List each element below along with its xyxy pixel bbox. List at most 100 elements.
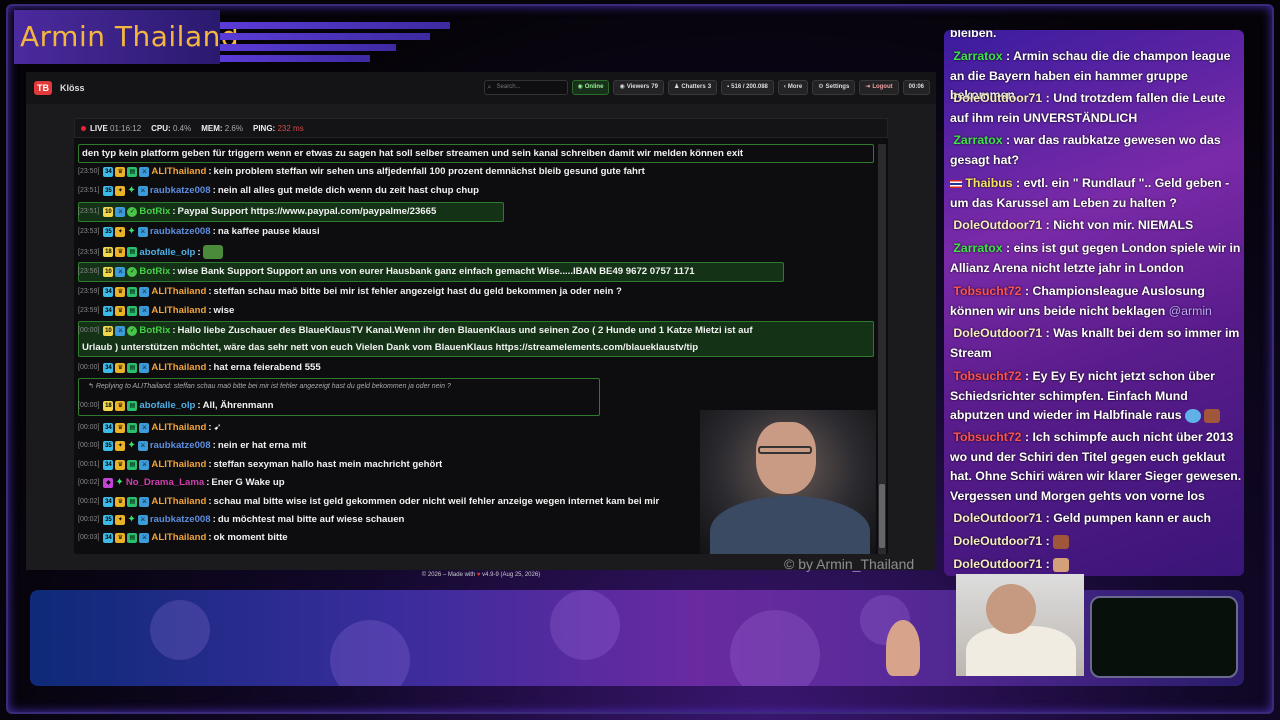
decor-stripe: [220, 33, 430, 40]
sub-badge-icon: 34: [103, 496, 114, 507]
chat-message: [23:50] 34 ♛ ▤ ⚔ ALIThailand: kein problem ste…: [78, 166, 645, 177]
bot-badge-icon: 10: [103, 206, 114, 217]
overlay-chat-message: Zarratox : war das raubkatze gewesen wo …: [950, 133, 1221, 167]
viewers-button[interactable]: ◉ Viewers 79: [613, 80, 664, 95]
sub-badge-icon: 18: [103, 247, 114, 257]
crown-icon: ♛: [115, 286, 126, 297]
status-bar: LIVE 01:16:12 CPU: 0.4% MEM: 2.6% PING: …: [74, 118, 888, 138]
overlay-chat-message: DoleOutdoor71 :: [950, 555, 1242, 575]
blade-icon: ⚔: [137, 226, 148, 237]
overlay-chat: bleiben. Zarratox : Armin schau die die …: [944, 30, 1244, 576]
overlay-chat-message: Tobsucht72 : Ey Ey Ey nicht jetzt schon …: [950, 367, 1242, 426]
blade-icon: ⚔: [139, 305, 150, 316]
gear-icon: ⚙: [818, 84, 824, 90]
bot-badge-icon: 10: [103, 266, 114, 277]
sub-badge-icon: 35: [103, 226, 114, 237]
blade-icon: ⚔: [139, 422, 150, 433]
emote-icon: [1053, 557, 1070, 572]
settings-button[interactable]: ⚙ Settings: [812, 80, 856, 95]
decor-stripe: [220, 55, 370, 62]
logout-button[interactable]: ⇥ Logout: [859, 80, 899, 95]
chat-message: [23:53] 18 ♛ ▤ abofalle_olp:: [78, 245, 223, 259]
emote-icon: [1185, 408, 1202, 423]
overlay-chat-message: Tobsucht72 : Championsleague Auslosung k…: [950, 284, 1212, 318]
scrollbar-thumb[interactable]: [879, 484, 885, 548]
star-badge-icon: ✦: [115, 226, 126, 237]
chat-message: [23:53] 35 ✦ ✦ ⚔ raubkatze008: na kaffee pause…: [78, 226, 320, 237]
crown-icon: ♛: [115, 459, 126, 470]
thai-flag-icon: [950, 179, 962, 188]
verified-icon: ✓: [127, 325, 138, 336]
blade-icon: ⚔: [115, 266, 126, 277]
cpu-stat: CPU: 0.4%: [151, 123, 192, 133]
chat-scrollbar[interactable]: [878, 144, 886, 554]
top-navbar: TB Klöss ⌕ Search... ◉ Online ◉ Viewers 79 …: [26, 72, 936, 104]
overlay-chat-message: DoleOutdoor71 : Was knallt bei dem so im…: [950, 326, 1240, 360]
guest-webcam: [956, 574, 1084, 676]
blade-icon: ⚔: [115, 206, 126, 217]
chat-message: [00:02] 34 ♛ ▤ ⚔ ALIThailand: schau mal bitte …: [78, 496, 660, 507]
heart-icon: ♥: [476, 572, 481, 578]
more-button[interactable]: ‹ More: [777, 80, 809, 95]
bot-badge-icon: 10: [103, 325, 114, 336]
rocket-emote-icon: ➹: [213, 422, 222, 433]
chat-message: [00:03] 34 ♛ ▤ ⚔ ALIThailand: ok moment bitte: [78, 532, 288, 543]
sub-badge-icon: 34: [103, 532, 114, 543]
app-logo[interactable]: TB: [34, 81, 52, 95]
blade-icon: ⚔: [139, 362, 150, 373]
gift-icon: ▤: [127, 305, 138, 316]
chat-message: [00:00] 34 ♛ ▤ ⚔ ALIThailand: hat erna feierab…: [78, 362, 321, 373]
sub-badge-icon: 34: [103, 422, 114, 433]
gift-icon: ▤: [127, 362, 138, 373]
search-input[interactable]: ⌕ Search...: [483, 80, 568, 95]
chat-message: [23:59] 34 ♛ ▤ ⚔ ALIThailand: wise: [78, 305, 235, 316]
chat-message: [23:51] 35 ✦ ✦ ⚔ raubkatze008: nein all alles …: [78, 185, 480, 196]
crown-icon: ♛: [115, 400, 126, 411]
chat-message-continued: Urlaub ) unterstützen möchtet, wäre das …: [82, 342, 699, 353]
app-name: Klöss: [60, 83, 85, 93]
footer-credit: © 2026 – Made with ♥ v4.9-9 (Aug 25, 202…: [421, 572, 541, 578]
chat-message: [00:00] 34 ♛ ▤ ⚔ ALIThailand: ➹: [78, 422, 222, 433]
blade-icon: ⚔: [137, 440, 148, 451]
guest-hand: [886, 620, 920, 676]
logout-icon: ⇥: [865, 84, 871, 90]
chat-message: [00:00] 10 ⚔ ✓ BotRix: Hallo liebe Zuschauer …: [78, 325, 753, 336]
watermark: © by Armin_Thailand: [784, 556, 915, 572]
chat-message: den typ kein platform geben für triggern…: [82, 148, 744, 159]
decor-stripe: [220, 44, 396, 51]
live-indicator: LIVE 01:16:12: [81, 124, 141, 133]
reply-reference[interactable]: ↰ Replying to ALIThailand: steffan schau…: [88, 382, 451, 390]
chat-message: [23:59] 34 ♛ ▤ ⚔ ALIThailand: steffan schau ma…: [78, 286, 622, 297]
crown-icon: ♛: [115, 305, 126, 316]
chat-message: [23:56] 10 ⚔ ✓ BotRix: wise Bank Support Supp…: [78, 266, 695, 277]
live-dot-icon: [81, 125, 86, 131]
mem-stat: MEM: 2.6%: [201, 123, 243, 133]
blade-icon: ⚔: [137, 185, 148, 196]
gift-icon: ▤: [127, 532, 138, 543]
blade-icon: ⚔: [139, 532, 150, 543]
star-icon: ✦: [127, 185, 136, 196]
verified-icon: ✓: [127, 206, 138, 217]
sub-badge-icon: 18: [103, 400, 114, 411]
gift-icon: ▤: [127, 247, 138, 257]
messages-count-button[interactable]: ▪ 516 / 200.088: [721, 80, 774, 95]
crown-icon: ♛: [115, 247, 126, 257]
crown-icon: ♛: [115, 362, 126, 373]
session-timer: 00:06: [902, 80, 930, 95]
emote-icon: [1204, 408, 1221, 423]
overlay-chat-message: Thaibus : evtl. ein " Rundlauf ".. Geld …: [950, 176, 1230, 210]
online-button[interactable]: ◉ Online: [571, 80, 610, 95]
sub-badge-icon: 35: [103, 185, 114, 196]
star-badge-icon: ✦: [115, 514, 126, 525]
star-icon: ✦: [115, 477, 124, 488]
toolbar-actions: ⌕ Search... ◉ Online ◉ Viewers 79 ♟ Chatters…: [483, 80, 930, 95]
chat-message: [00:01] 34 ♛ ▤ ⚔ ALIThailand: steffan sexyman …: [78, 459, 443, 470]
chat-message: [23:51] 10 ⚔ ✓ BotRix: Paypal Support https:/…: [78, 206, 437, 217]
host-webcam: [700, 410, 876, 554]
star-badge-icon: ✦: [115, 440, 126, 451]
star-badge-icon: ✦: [115, 185, 126, 196]
overlay-chat-message: DoleOutdoor71 : Und trotzdem fallen die …: [950, 91, 1226, 125]
crown-icon: ♛: [115, 532, 126, 543]
star-icon: ✦: [127, 226, 136, 237]
chatters-button[interactable]: ♟ Chatters 3: [667, 80, 718, 95]
